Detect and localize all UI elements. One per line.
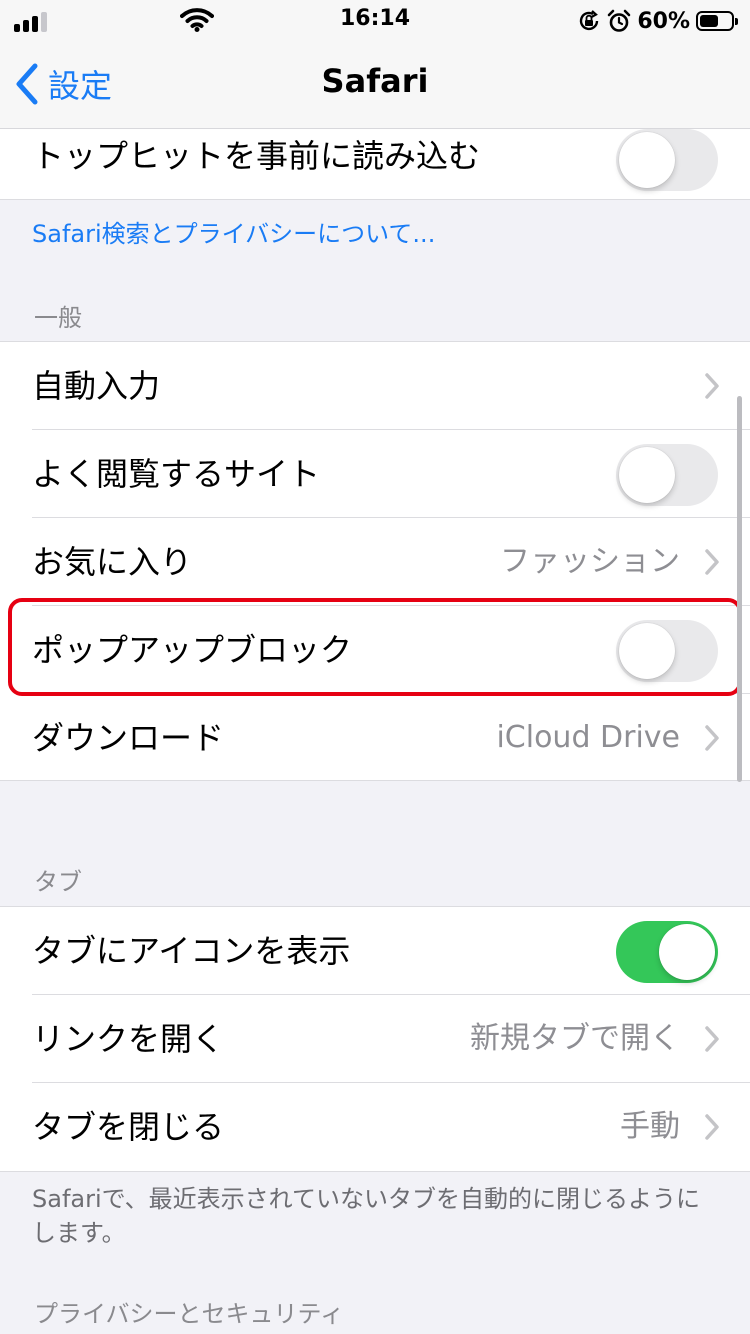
status-right-group: 60%: [577, 8, 738, 34]
show-tab-icons-row: タブにアイコンを表示: [0, 907, 750, 995]
status-bar: 16:14 60%: [0, 0, 750, 40]
navigation-bar-overlay: 設定 Safari: [0, 40, 750, 128]
battery-icon: [696, 11, 738, 31]
back-button-overlay[interactable]: 設定: [14, 60, 112, 108]
row-label: リンクを開く: [32, 1020, 225, 1058]
row-label: よく閲覧するサイト: [32, 455, 321, 493]
toggle-knob: [619, 132, 675, 188]
autofill-row[interactable]: 自動入力: [0, 342, 750, 430]
downloads-row[interactable]: ダウンロード iCloud Drive: [0, 694, 750, 782]
tabs-group: タブにアイコンを表示 リンクを開く 新規タブで開く タブを閉じる 手動: [0, 906, 750, 1172]
general-section-header: 一般: [34, 304, 82, 332]
frequently-visited-toggle[interactable]: [616, 444, 718, 506]
safari-privacy-link[interactable]: Safari検索とプライバシーについて...: [32, 214, 435, 249]
battery-percent: 60%: [637, 8, 690, 34]
tabs-footer-note: Safariで、最近表示されていないタブを自動的に閉じるようにします。: [32, 1185, 700, 1247]
close-tabs-row[interactable]: タブを閉じる 手動: [0, 1083, 750, 1171]
show-tab-icons-toggle[interactable]: [616, 921, 718, 983]
row-label: 自動入力: [32, 367, 161, 405]
orientation-lock-icon: [580, 10, 599, 31]
alarm-icon: [608, 9, 631, 32]
favorites-row[interactable]: お気に入り ファッション: [0, 518, 750, 606]
tabs-section-header: タブ: [34, 868, 82, 896]
page-title: Safari: [321, 62, 429, 100]
battery-level: [700, 15, 718, 27]
chevron-right-icon: [705, 373, 719, 399]
chevron-right-icon: [705, 725, 719, 751]
row-label: お気に入り: [32, 543, 193, 581]
row-value: ファッション: [500, 544, 680, 579]
scroll-indicator[interactable]: [737, 396, 742, 782]
chevron-left-icon: [16, 63, 38, 105]
row-value: 新規タブで開く: [470, 1021, 680, 1056]
toggle-knob: [619, 447, 675, 503]
frequently-visited-row: よく閲覧するサイト: [0, 430, 750, 518]
popup-block-toggle[interactable]: [616, 620, 718, 682]
chevron-right-icon: [705, 1026, 719, 1052]
popup-block-row: ポップアップブロック: [0, 606, 750, 694]
privacy-security-header: プライバシーとセキュリティ: [34, 1300, 345, 1328]
row-label: タブにアイコンを表示: [32, 932, 351, 970]
row-label: タブを閉じる: [32, 1108, 225, 1146]
chevron-right-icon: [705, 549, 719, 575]
toggle-knob: [619, 623, 675, 679]
row-value: 手動: [620, 1109, 680, 1144]
open-links-row[interactable]: リンクを開く 新規タブで開く: [0, 995, 750, 1083]
chevron-right-icon: [705, 1114, 719, 1140]
back-label: 設定: [48, 67, 113, 105]
row-label: ポップアップブロック: [32, 631, 353, 669]
toggle-knob: [659, 924, 715, 980]
row-value: iCloud Drive: [496, 720, 680, 755]
preload-toggle[interactable]: [616, 129, 718, 191]
general-group: 自動入力 よく閲覧するサイト お気に入り ファッション ポップアップブロック ダ…: [0, 341, 750, 781]
battery-nub: [735, 18, 738, 25]
row-label: ダウンロード: [32, 719, 225, 757]
